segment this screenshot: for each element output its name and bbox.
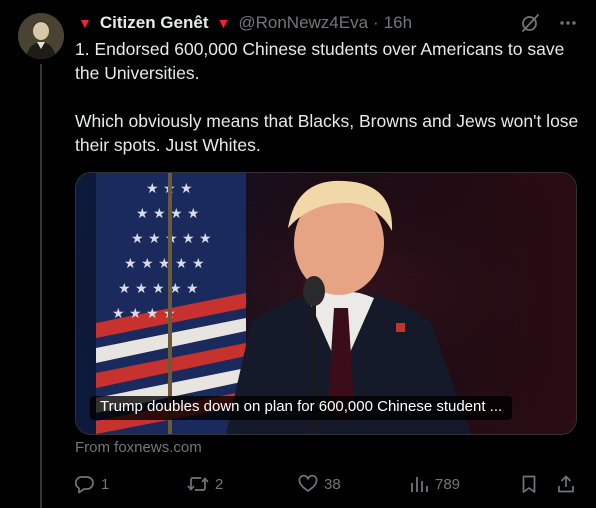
repost-count: 2 xyxy=(215,475,224,493)
svg-text:★ ★ ★ ★ ★: ★ ★ ★ ★ ★ xyxy=(124,256,205,272)
separator-dot: · xyxy=(373,13,379,32)
views-count: 789 xyxy=(435,475,461,493)
card-caption: Trump doubles down on plan for 600,000 C… xyxy=(90,396,513,420)
repost-icon xyxy=(187,474,209,494)
red-triangle-icon: ▼ xyxy=(216,15,231,31)
timestamp[interactable]: 16h xyxy=(384,13,412,33)
share-button[interactable] xyxy=(556,474,576,494)
grok-slash-icon[interactable] xyxy=(520,13,540,38)
tweet-header: ▼ Citizen Genêt ▼ @RonNewz4Eva · 16h xyxy=(78,11,412,35)
thread-line xyxy=(40,64,42,508)
more-icon[interactable] xyxy=(558,13,578,38)
reply-count: 1 xyxy=(101,475,110,493)
svg-text:★ ★ ★ ★: ★ ★ ★ ★ xyxy=(136,206,200,222)
views-icon xyxy=(409,474,429,494)
red-triangle-icon: ▼ xyxy=(78,15,92,31)
views-button[interactable]: 789 xyxy=(409,474,460,494)
tweet-text: 1. Endorsed 600,000 Chinese students ove… xyxy=(75,39,579,155)
repost-button[interactable]: 2 xyxy=(187,474,223,494)
user-handle[interactable]: @RonNewz4Eva xyxy=(238,13,368,33)
bookmark-button[interactable] xyxy=(519,474,539,494)
display-name[interactable]: Citizen Genêt xyxy=(100,13,209,33)
link-card[interactable]: ★ ★ ★ ★ ★ ★ ★ ★ ★ ★ ★ ★ ★ ★ ★ ★ ★ ★ ★ ★ … xyxy=(75,172,577,435)
like-icon xyxy=(298,474,318,494)
avatar-portrait-image xyxy=(18,13,64,59)
share-icon xyxy=(556,474,576,494)
reply-icon xyxy=(75,474,95,494)
like-button[interactable]: 38 xyxy=(298,474,341,494)
reply-button[interactable]: 1 xyxy=(75,474,109,494)
avatar[interactable] xyxy=(18,13,64,59)
top-right-icons xyxy=(520,13,578,38)
article-image: ★ ★ ★ ★ ★ ★ ★ ★ ★ ★ ★ ★ ★ ★ ★ ★ ★ ★ ★ ★ … xyxy=(76,173,576,434)
svg-text:★ ★ ★ ★ ★: ★ ★ ★ ★ ★ xyxy=(118,281,199,297)
action-bar: 1 2 38 789 xyxy=(75,474,580,498)
like-count: 38 xyxy=(324,475,341,493)
bookmark-icon xyxy=(519,474,539,494)
card-source[interactable]: From foxnews.com xyxy=(75,439,202,456)
svg-text:★ ★ ★ ★: ★ ★ ★ ★ xyxy=(112,306,176,322)
